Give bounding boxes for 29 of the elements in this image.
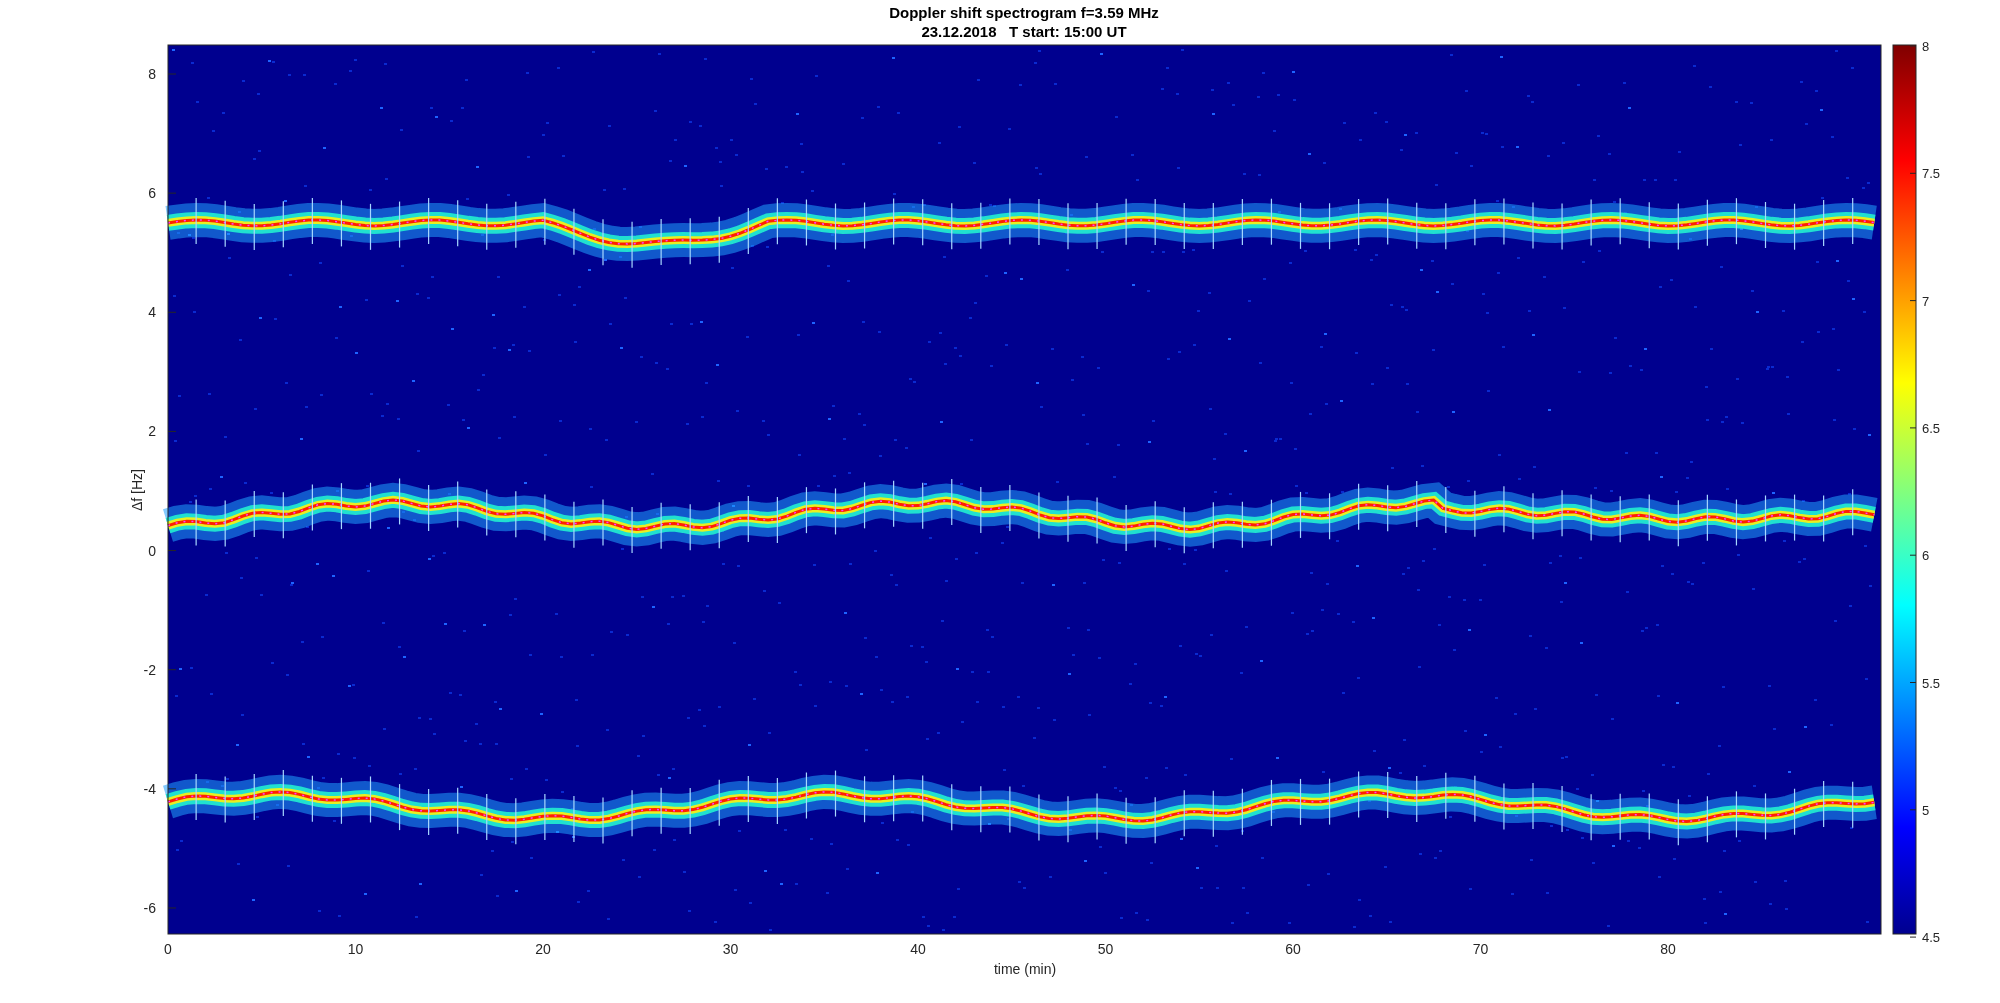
colorbar-tick-label: 4.5	[1922, 930, 1941, 946]
colorbar-tick-label: 7	[1922, 293, 1930, 309]
colorbar-tick-label: 5.5	[1922, 675, 1941, 691]
x-tick-label: 70	[1472, 941, 1489, 957]
x-tick-label: 60	[1285, 941, 1301, 957]
y-tick-label: -4	[143, 780, 156, 797]
colorbar-tick-label: 6	[1922, 548, 1930, 564]
chart-title: Doppler shift spectrogram f=3.59 MHz	[889, 4, 1159, 21]
y-axis-label: Δf [Hz]	[129, 469, 145, 511]
chart-subtitle: 23.12.2018 T start: 15:00 UT	[921, 23, 1127, 40]
x-axis-label: time (min)	[993, 961, 1057, 977]
y-tick-label: -6	[143, 900, 156, 916]
x-tick-label: 0	[164, 941, 172, 957]
y-tick-label: 6	[148, 185, 156, 202]
x-tick-label: 40	[910, 941, 926, 957]
x-tick-label: 50	[1097, 941, 1114, 957]
y-tick-label: 0	[148, 542, 156, 559]
y-tick-label: 2	[148, 423, 156, 440]
colorbar-tick-label: 5	[1922, 802, 1930, 818]
x-tick-label: 10	[347, 941, 364, 957]
x-tick-label: 30	[722, 941, 739, 957]
x-tick-label: 80	[1660, 941, 1676, 957]
colorbar-tick-label: 8	[1922, 39, 1930, 54]
x-tick-label: 20	[535, 941, 551, 957]
y-tick-label: -2	[143, 661, 156, 678]
colorbar-tick-label: 6.5	[1922, 420, 1941, 436]
y-tick-label: 8	[148, 66, 156, 82]
colorbar-tick-label: 7.5	[1922, 166, 1941, 182]
y-tick-label: 4	[148, 304, 156, 321]
